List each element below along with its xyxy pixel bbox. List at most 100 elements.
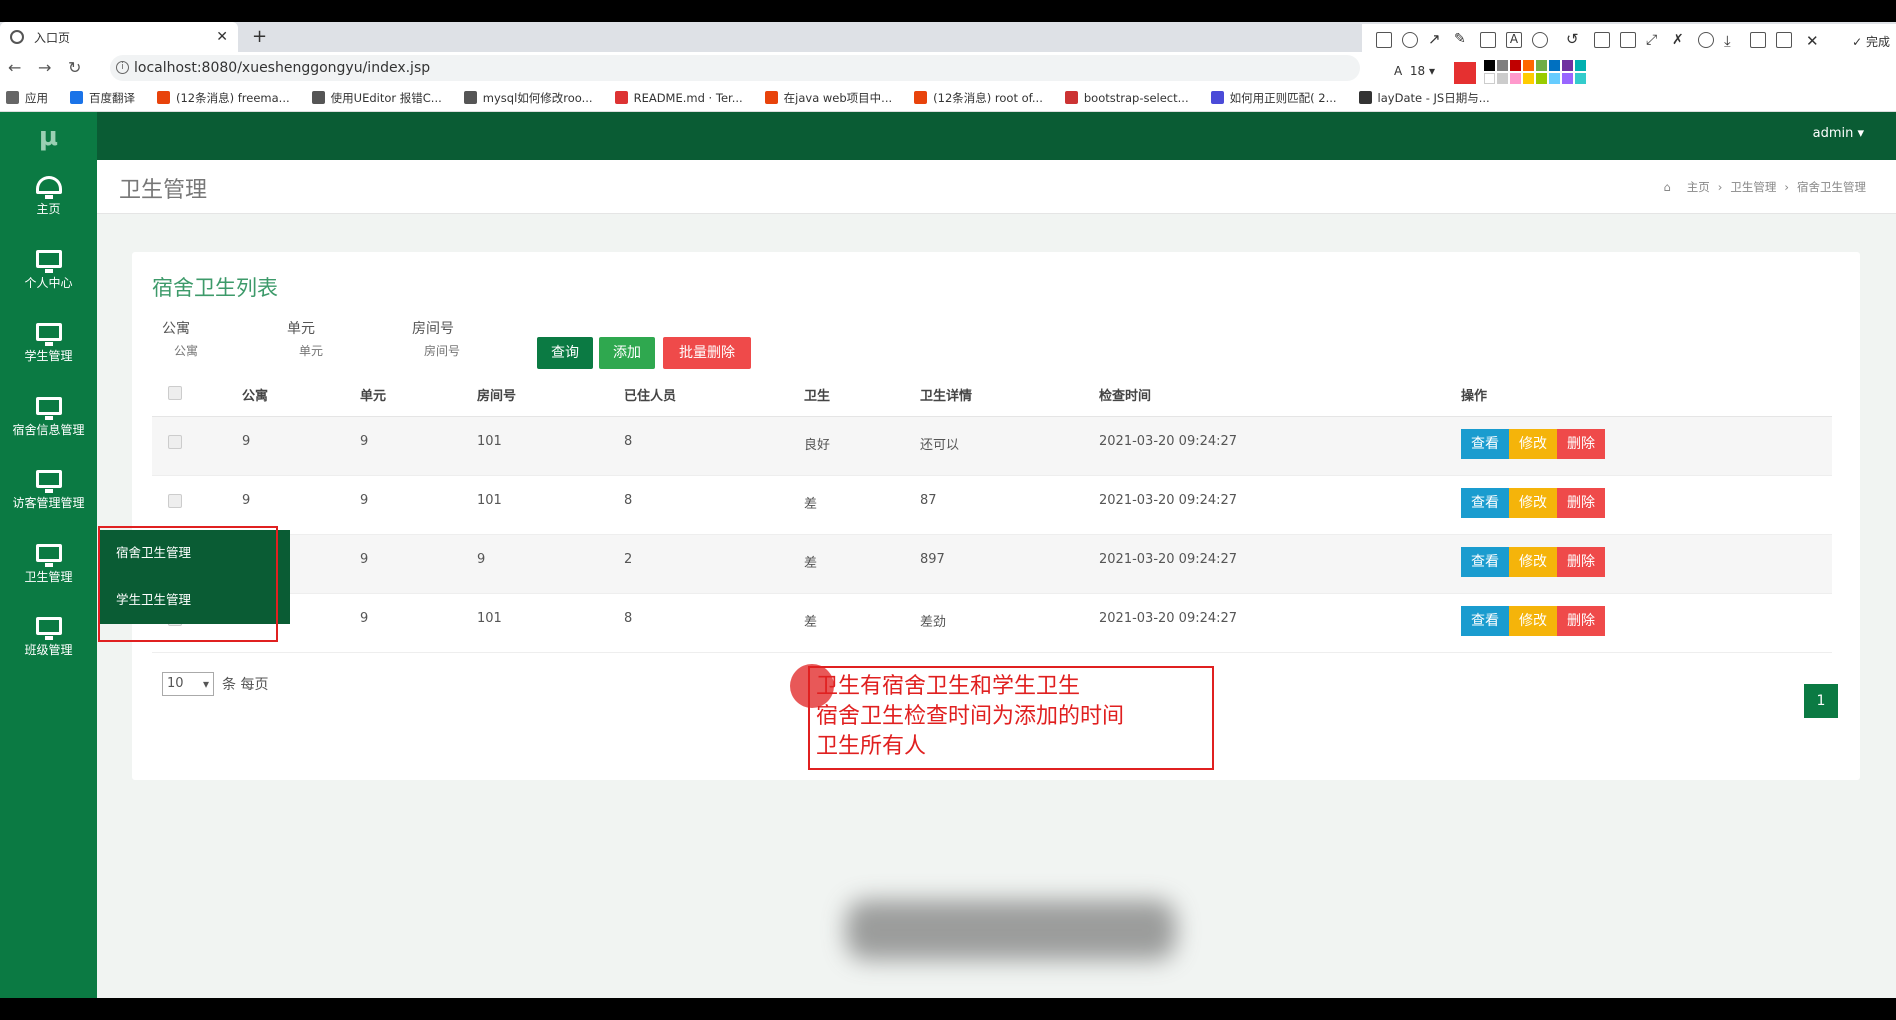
cell-detail: 差劲: [920, 615, 947, 630]
cell-residents: 2: [624, 552, 633, 567]
add-button[interactable]: 添加: [599, 337, 655, 369]
back-icon[interactable]: ←: [8, 58, 21, 77]
sidebar-item-visitors[interactable]: 访客管理管理: [0, 458, 97, 531]
color-swatch[interactable]: [1484, 73, 1495, 84]
view-button[interactable]: 查看: [1461, 429, 1509, 459]
color-swatch[interactable]: [1497, 60, 1508, 71]
view-button[interactable]: 查看: [1461, 547, 1509, 577]
done-button[interactable]: ✓ 完成: [1852, 33, 1890, 50]
breadcrumb-hygiene[interactable]: 卫生管理: [1730, 180, 1776, 194]
color-swatch[interactable]: [1484, 60, 1495, 71]
info-icon[interactable]: i: [116, 61, 129, 74]
page-1-button[interactable]: 1: [1804, 684, 1838, 718]
cell-unit: 9: [360, 611, 369, 626]
sidebar-item-profile[interactable]: 个人中心: [0, 238, 97, 311]
page-size-select[interactable]: 10: [162, 672, 214, 696]
number-tool-icon[interactable]: [1532, 32, 1548, 48]
copy-icon[interactable]: [1750, 32, 1766, 48]
edit-button[interactable]: 修改: [1509, 429, 1557, 459]
note-line: 宿舍卫生检查时间为添加的时间: [816, 704, 1125, 729]
bookmark-item[interactable]: mysql如何修改roo...: [463, 90, 593, 106]
sidebar-item-home[interactable]: 主页: [0, 164, 97, 237]
edit-button[interactable]: 修改: [1509, 488, 1557, 518]
sidebar-item-students[interactable]: 学生管理: [0, 311, 97, 384]
download-icon[interactable]: ⤓: [1724, 32, 1740, 50]
bookmark-item[interactable]: layDate - JS日期与...: [1358, 90, 1490, 106]
apartment-input[interactable]: [160, 336, 280, 366]
batch-delete-button[interactable]: 批量删除: [663, 337, 751, 369]
delete-button[interactable]: 删除: [1557, 547, 1605, 577]
color-swatch[interactable]: [1562, 60, 1573, 71]
color-swatch[interactable]: [1536, 73, 1547, 84]
bookmark-item[interactable]: 应用: [6, 90, 48, 106]
delete-button[interactable]: 删除: [1557, 488, 1605, 518]
url-input[interactable]: i localhost:8080/xueshenggongyu/index.js…: [110, 55, 1360, 81]
color-swatch[interactable]: [1497, 73, 1508, 84]
bookmark-item[interactable]: 使用UEditor 报错C...: [311, 90, 442, 106]
color-swatch[interactable]: [1536, 60, 1547, 71]
cancel-icon[interactable]: ✕: [1806, 32, 1822, 50]
close-icon[interactable]: ✕: [216, 29, 228, 45]
breadcrumb-home[interactable]: 主页: [1687, 180, 1710, 194]
mosaic-tool-icon[interactable]: [1480, 32, 1496, 48]
pen-tool-icon[interactable]: ✎: [1454, 32, 1470, 48]
bookmark-item[interactable]: README.md · Ter...: [614, 91, 743, 105]
color-swatch[interactable]: [1549, 73, 1560, 84]
translate-icon[interactable]: ✗: [1672, 32, 1688, 48]
delete-button[interactable]: 删除: [1557, 429, 1605, 459]
record-icon[interactable]: [1698, 32, 1714, 48]
user-menu[interactable]: admin ▾: [1813, 126, 1864, 141]
color-swatch[interactable]: [1562, 73, 1573, 84]
bookmark-item[interactable]: bootstrap-select...: [1064, 91, 1189, 105]
edit-button[interactable]: 修改: [1509, 547, 1557, 577]
color-swatch[interactable]: [1510, 73, 1521, 84]
bookmark-label: 如何用正则匹配( 2...: [1229, 90, 1337, 105]
view-button[interactable]: 查看: [1461, 606, 1509, 636]
color-swatch[interactable]: [1575, 60, 1586, 71]
cell-apt: 9: [242, 493, 251, 508]
edit-button[interactable]: 修改: [1509, 606, 1557, 636]
font-size-select[interactable]: A 18 ▾: [1394, 64, 1435, 78]
cell-room: 101: [477, 434, 502, 449]
color-swatch[interactable]: [1549, 60, 1560, 71]
text-tool-icon[interactable]: A: [1506, 32, 1522, 48]
room-input[interactable]: [410, 336, 530, 366]
select-all-checkbox[interactable]: [168, 386, 182, 400]
cell-hygiene: 差: [804, 497, 818, 512]
sidebar-item-dorm-info[interactable]: 宿舍信息管理: [0, 385, 97, 458]
current-color-swatch[interactable]: [1454, 62, 1476, 84]
color-swatch[interactable]: [1523, 60, 1534, 71]
rectangle-tool-icon[interactable]: [1376, 32, 1392, 48]
bookmark-label: 使用UEditor 报错C...: [330, 90, 442, 105]
color-swatch[interactable]: [1510, 60, 1521, 71]
forward-icon[interactable]: →: [38, 58, 51, 77]
bookmark-item[interactable]: 百度翻译: [70, 90, 135, 106]
ocr-icon[interactable]: [1620, 32, 1636, 48]
bookmark-item[interactable]: (12条消息) root of...: [914, 90, 1043, 106]
row-checkbox[interactable]: [168, 435, 182, 449]
bookmark-item[interactable]: (12条消息) freema...: [157, 90, 290, 106]
reload-icon[interactable]: ↻: [68, 58, 81, 77]
bookmark-item[interactable]: 如何用正则匹配( 2...: [1210, 90, 1337, 106]
sidebar-item-classes[interactable]: 班级管理: [0, 605, 97, 678]
arrow-tool-icon[interactable]: ↗: [1428, 32, 1444, 48]
view-button[interactable]: 查看: [1461, 488, 1509, 518]
expand-icon[interactable]: ⤢: [1646, 32, 1662, 48]
unit-input[interactable]: [285, 336, 405, 366]
color-swatch[interactable]: [1523, 73, 1534, 84]
new-tab-icon[interactable]: +: [252, 26, 267, 47]
ellipse-tool-icon[interactable]: [1402, 32, 1418, 48]
bookmark-favicon-icon: [1064, 91, 1078, 104]
browser-tab[interactable]: 入口页 ✕: [0, 22, 238, 52]
delete-button[interactable]: 删除: [1557, 606, 1605, 636]
bookmark-icon[interactable]: [1776, 32, 1792, 48]
pin-icon[interactable]: [1594, 32, 1610, 48]
search-button[interactable]: 查询: [537, 337, 593, 369]
row-checkbox[interactable]: [168, 494, 182, 508]
bookmark-item[interactable]: 在java web项目中...: [764, 90, 892, 106]
undo-icon[interactable]: ↺: [1566, 32, 1582, 48]
annotation-note[interactable]: 卫生有宿舍卫生和学生卫生 宿舍卫生检查时间为添加的时间 卫生所有人: [808, 666, 1214, 770]
color-swatch[interactable]: [1575, 73, 1586, 84]
sidebar-item-hygiene[interactable]: 卫生管理: [0, 532, 97, 605]
filter-label-unit: 单元: [287, 321, 315, 337]
